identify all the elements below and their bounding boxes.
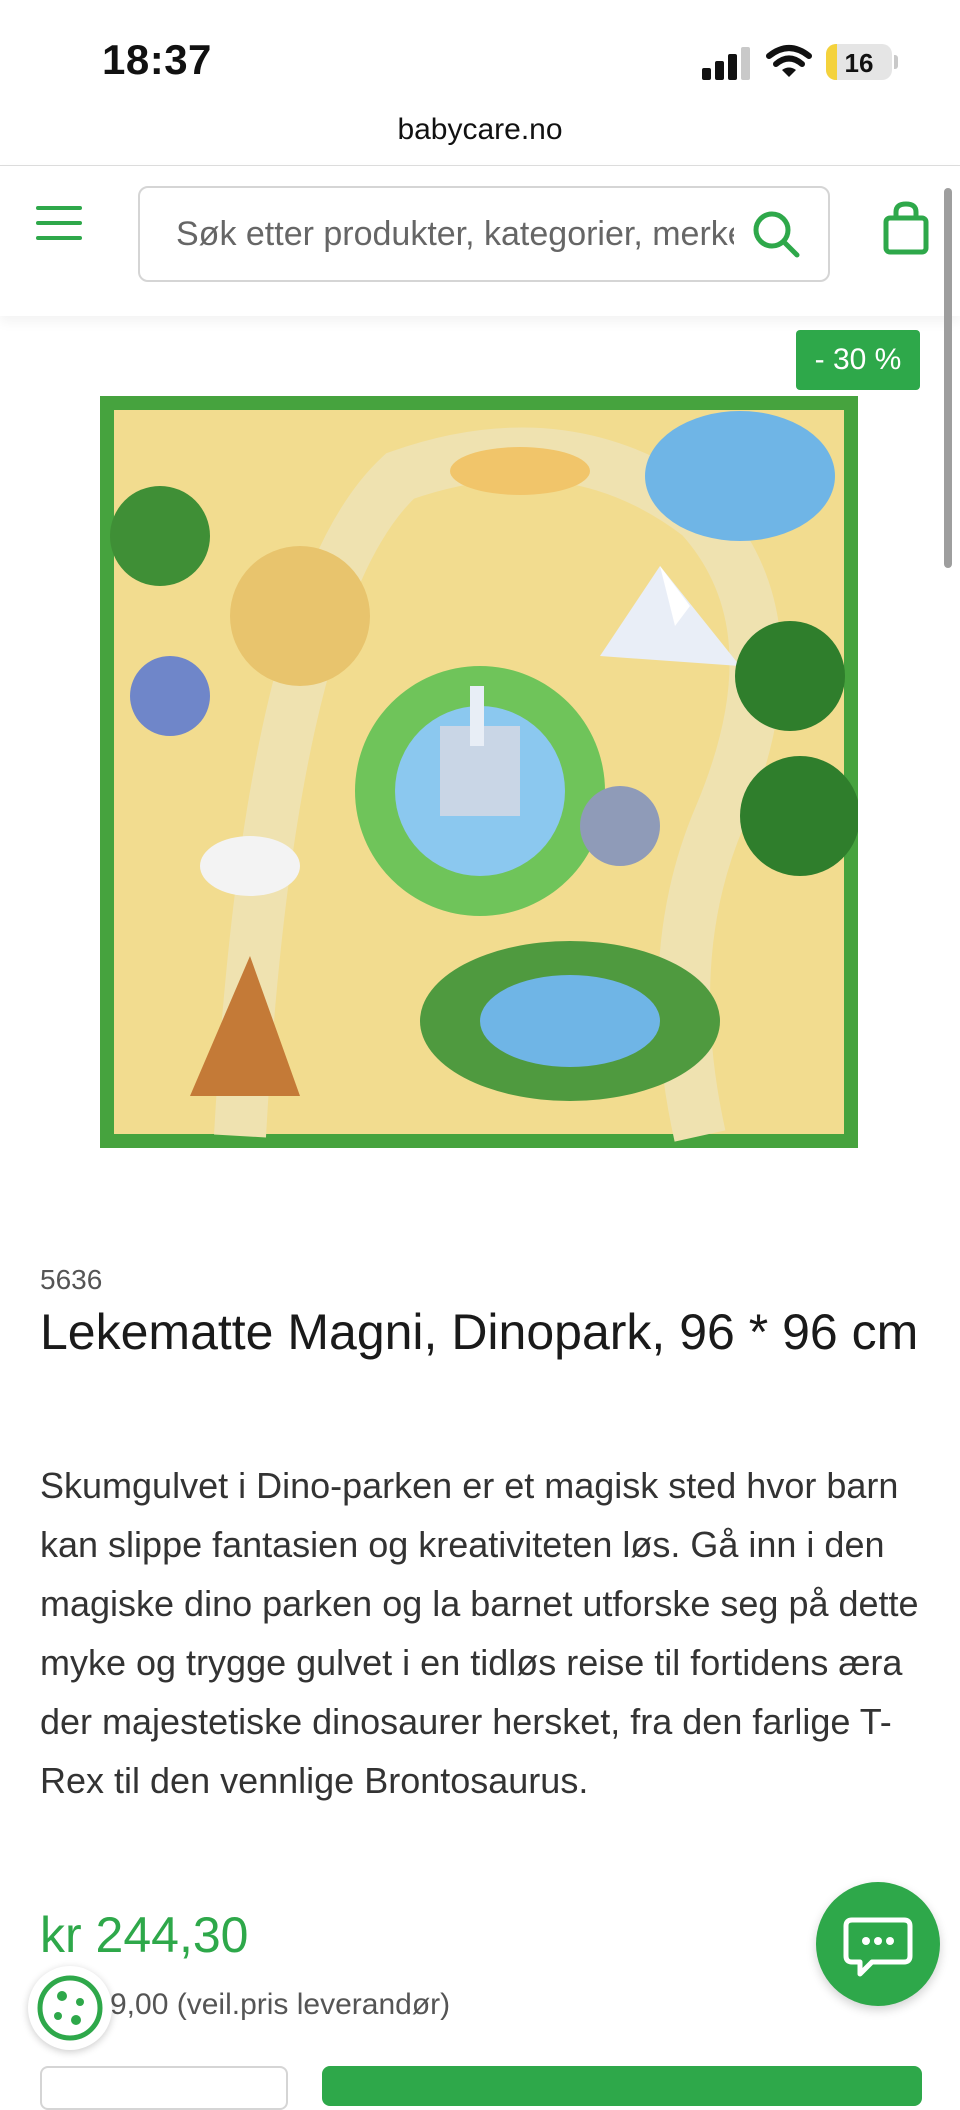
site-header: [0, 166, 960, 316]
status-time: 18:37: [102, 36, 212, 83]
chat-icon[interactable]: [816, 1882, 940, 2006]
search-icon[interactable]: [750, 208, 802, 260]
add-to-cart-button[interactable]: [322, 2066, 922, 2106]
quantity-stepper[interactable]: [40, 2066, 288, 2110]
cart-icon[interactable]: [882, 200, 930, 256]
browser-url[interactable]: babycare.no: [0, 110, 960, 166]
status-bar: 18:37 16: [0, 0, 960, 110]
menu-icon[interactable]: [36, 206, 82, 246]
discount-badge: - 30 %: [796, 330, 920, 390]
signal-icon: [702, 46, 750, 80]
product-price: kr 244,30: [40, 1907, 249, 1963]
product-description: Skumgulvet i Dino-parken er et magisk st…: [40, 1465, 919, 1801]
battery-icon: 16: [826, 44, 892, 80]
battery-tip: [894, 55, 898, 69]
product-image[interactable]: [100, 396, 858, 1148]
search-box[interactable]: [138, 186, 830, 282]
battery-level: 16: [844, 48, 874, 78]
product-title: Lekematte Magni, Dinopark, 96 * 96 cm: [40, 1304, 919, 1360]
scrollbar[interactable]: [944, 188, 952, 568]
search-input[interactable]: [176, 214, 734, 254]
cookie-icon[interactable]: [28, 1966, 112, 2050]
wifi-icon: [766, 45, 812, 77]
recommended-price: 9,00 (veil.pris leverandør): [110, 1988, 451, 2021]
product-sku: 5636: [40, 1264, 103, 1295]
